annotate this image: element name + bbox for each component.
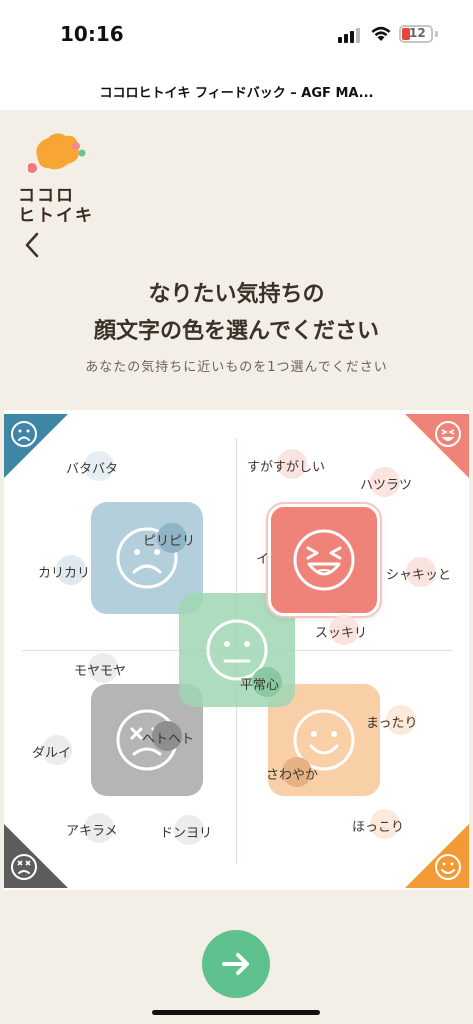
word-sugasugashii[interactable]: すがすがしい (247, 449, 325, 479)
page-title: ココロヒトイキ フィードバック – AGF MA... (99, 86, 374, 101)
logo-icon (27, 130, 88, 180)
word-sawayaka[interactable]: さわやか (266, 757, 318, 787)
corner-happy-icon (405, 414, 469, 478)
word-shakitto[interactable]: シャキッと (386, 557, 451, 587)
status-time: 10:16 (60, 22, 124, 46)
wifi-icon (370, 24, 392, 42)
word-mosomoya[interactable]: モヤモヤ (74, 653, 126, 683)
word-piripiri[interactable]: ピリピリ (143, 523, 195, 553)
word-batabata[interactable]: バタバタ (66, 451, 118, 481)
home-indicator (152, 1010, 320, 1015)
emotion-grid: バタバタ ピリピリ カリカリ モヤモヤ ダルイ ヘトヘト アキラメ ドンヨリ す… (4, 410, 469, 890)
arrow-right-icon (222, 953, 249, 975)
corner-smile-icon (405, 824, 469, 888)
word-heijoushin[interactable]: 平常心 (240, 667, 282, 697)
emotion-happy-button[interactable] (268, 504, 380, 616)
corner-dizzy-icon (4, 824, 68, 888)
browser-title-bar: ココロヒトイキ フィードバック – AGF MA... (0, 66, 473, 110)
battery-level: 12 (409, 26, 426, 40)
heading-line-1: なりたい気持ちの (148, 282, 325, 307)
next-button[interactable] (202, 930, 270, 998)
subtitle: あなたの気持ちに近いものを1つ選んでください (85, 360, 388, 375)
back-button[interactable] (22, 230, 52, 266)
word-mattari[interactable]: まったり (366, 705, 417, 735)
corner-sad-icon (4, 414, 68, 478)
battery-icon: 12 (399, 25, 433, 43)
word-hetoheto[interactable]: ヘトヘト (142, 721, 194, 751)
chevron-left-icon (25, 232, 39, 258)
logo-text: ココロ ヒトイキ (18, 186, 94, 226)
heading-line-2: 顔文字の色を選んでください (94, 319, 379, 344)
word-sukkiri[interactable]: スッキリ (315, 615, 367, 645)
word-karikari[interactable]: カリカリ (38, 555, 90, 585)
word-haturatu[interactable]: ハツラツ (360, 467, 412, 497)
laughing-face-icon (293, 529, 355, 591)
word-akirame[interactable]: アキラメ (66, 813, 118, 843)
word-i[interactable]: イ (256, 548, 269, 567)
word-hokkori[interactable]: ほっこり (352, 809, 404, 839)
word-donyori[interactable]: ドンヨリ (160, 815, 212, 845)
status-bar: 10:16 12 (0, 0, 473, 66)
signal-icon (338, 27, 364, 43)
word-darui[interactable]: ダルイ (32, 735, 72, 765)
